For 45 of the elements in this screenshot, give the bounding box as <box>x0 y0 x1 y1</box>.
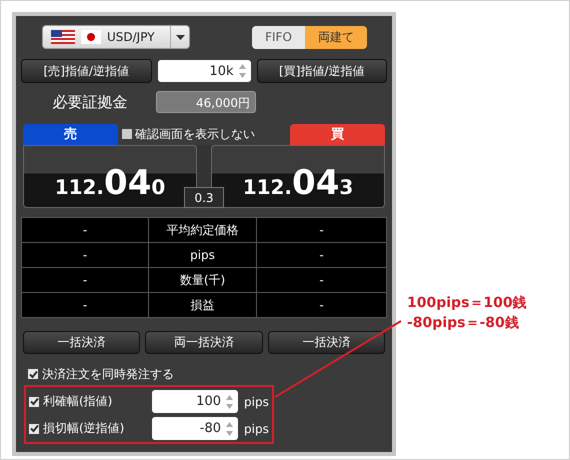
japan-flag-icon <box>81 30 101 44</box>
table-cell: - <box>22 243 149 268</box>
currency-pair-label: USD/JPY <box>107 30 155 44</box>
table-cell: - <box>22 218 149 243</box>
pips-field[interactable]: -80 <box>152 417 238 440</box>
table-cell: - <box>257 243 386 268</box>
table-cell: - <box>22 293 149 317</box>
caret-icon <box>176 34 184 40</box>
margin-value: 46,000円 <box>156 91 256 113</box>
confirm-checkbox[interactable]: 確認画面を表示しない <box>118 123 290 145</box>
mode-toggle-option[interactable]: 両建て <box>305 26 367 48</box>
sell-order-button[interactable]: [売]指値/逆指値 <box>21 59 152 83</box>
unit-label: pips <box>244 394 269 408</box>
table-cell-text: - <box>318 297 325 314</box>
annotation-text: 100pips＝100銭 <box>407 294 527 313</box>
table-cell: 平均約定価格 <box>149 218 257 243</box>
simultaneous-order-checkbox[interactable]: 決済注文を同時発注する <box>28 365 387 383</box>
quantity-field[interactable]: 10k <box>158 60 250 82</box>
pips-field[interactable]: 100 <box>152 390 238 413</box>
checkmark-icon <box>30 424 38 433</box>
settle-button[interactable]: 一括決済 <box>268 331 385 354</box>
settle-button[interactable]: 一括決済 <box>23 331 140 354</box>
mode-toggle-option[interactable]: FIFO <box>252 26 305 48</box>
table-cell: - <box>22 268 149 293</box>
table-cell: pips <box>149 243 257 268</box>
exit-checkbox[interactable]: 損切幅(逆指値) <box>29 420 152 437</box>
margin-label: 必要証拠金 <box>52 92 128 112</box>
spinner-icon <box>238 62 246 80</box>
buy-order-button[interactable]: [買]指値/逆指値 <box>256 59 387 83</box>
us-flag-icon <box>51 30 75 44</box>
table-cell: - <box>257 268 386 293</box>
table-cell: 損益 <box>149 293 257 317</box>
buy-price-button[interactable]: 112.043 <box>211 145 385 208</box>
spinner-icon <box>225 392 234 410</box>
unit-label: pips <box>244 422 269 436</box>
currency-pair-dropdown[interactable]: USD/JPY <box>42 25 190 49</box>
settle-button[interactable]: 両一括決済 <box>145 331 263 354</box>
checkmark-icon <box>28 370 38 378</box>
table-cell: 数量(千) <box>149 268 257 293</box>
checkmark-icon <box>30 397 38 406</box>
spread-value: 0.3 <box>184 187 224 208</box>
spinner-icon <box>225 420 234 438</box>
exit-checkbox[interactable]: 利確幅(指値) <box>29 393 152 410</box>
annotation-text: -80pips＝-80銭 <box>407 314 520 333</box>
table-cell: - <box>257 218 386 243</box>
